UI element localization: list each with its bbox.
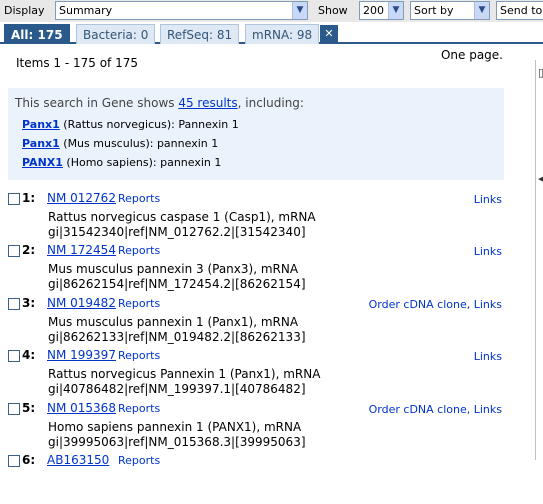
result-title: Homo sapiens pannexin 1 (PANX1), mRNA — [48, 420, 302, 434]
result-title: Mus musculus pannexin 3 (Panx3), mRNA — [48, 262, 299, 276]
gene-description: (Mus musculus): pannexin 1 — [59, 137, 219, 150]
gene-symbol-link[interactable]: Panx1 — [22, 118, 60, 131]
reports-link[interactable]: Reports — [118, 349, 160, 362]
result-item: 3: NM 019482 Reports Order cDNA clone, L… — [0, 295, 510, 347]
links-link[interactable]: Order cDNA clone, Links — [369, 403, 502, 416]
result-number: 1: — [22, 191, 36, 205]
result-title: Rattus norvegicus Pannexin 1 (Panx1), mR… — [48, 367, 321, 381]
result-gi: gi|31542340|ref|NM_012762.2|[31542340] — [48, 225, 306, 239]
display-select[interactable]: Summary ▼ — [55, 1, 308, 20]
result-checkbox[interactable] — [8, 455, 20, 467]
send-to-value: Send to — [500, 4, 543, 17]
accession-link[interactable]: NM 199397 — [47, 348, 116, 362]
result-number: 4: — [22, 348, 36, 362]
chevron-down-icon: ▼ — [292, 2, 307, 19]
items-count: Items 1 - 175 of 175 — [16, 56, 138, 70]
result-number: 6: — [22, 453, 36, 467]
wrench-icon[interactable]: ✕ — [320, 25, 338, 43]
gene-row: Panx1 (Mus musculus): pannexin 1 — [22, 137, 218, 150]
result-number: 5: — [22, 401, 36, 415]
accession-link[interactable]: NM 172454 — [47, 243, 116, 257]
tab-all[interactable]: All: 175 — [4, 24, 70, 44]
result-gi: gi|39995063|ref|NM_015368.3|[39995063] — [48, 435, 306, 449]
show-label: Show — [318, 4, 348, 17]
result-item: 2: NM 172454 Reports Links Mus musculus … — [0, 242, 510, 294]
sort-select[interactable]: Sort by ▼ — [410, 1, 490, 20]
reports-link[interactable]: Reports — [118, 454, 160, 467]
result-checkbox[interactable] — [8, 403, 20, 415]
accession-link[interactable]: NM 015368 — [47, 401, 116, 415]
reports-link[interactable]: Reports — [118, 297, 160, 310]
gene-prefix: This search in Gene shows — [15, 96, 179, 110]
accession-link[interactable]: NM 012762 — [47, 191, 116, 205]
sort-value: Sort by — [414, 4, 454, 17]
gene-row: Panx1 (Rattus norvegicus): Pannexin 1 — [22, 118, 239, 131]
result-checkbox[interactable] — [8, 193, 20, 205]
send-to-select[interactable]: Send to — [496, 1, 543, 20]
show-select[interactable]: 200 ▼ — [359, 1, 404, 20]
display-label: Display — [4, 4, 45, 17]
reports-link[interactable]: Reports — [118, 244, 160, 257]
gene-description: (Homo sapiens): pannexin 1 — [62, 156, 222, 169]
tab-bacteria[interactable]: Bacteria: 0 — [76, 24, 156, 44]
result-checkbox[interactable] — [8, 350, 20, 362]
reports-link[interactable]: Reports — [118, 402, 160, 415]
display-value: Summary — [59, 4, 113, 17]
chevron-down-icon: ▼ — [474, 2, 489, 19]
sidebar-edge — [535, 60, 543, 460]
result-gi: gi|86262133|ref|NM_019482.2|[86262133] — [48, 330, 306, 344]
gene-suffix: , including: — [237, 96, 304, 110]
result-item: 4: NM 199397 Reports Links Rattus norveg… — [0, 347, 510, 399]
result-checkbox[interactable] — [8, 298, 20, 310]
gene-results-link[interactable]: 45 results — [178, 96, 237, 110]
links-link[interactable]: Links — [474, 193, 502, 206]
sidebar-glyph: ◂ — [538, 172, 543, 185]
result-gi: gi|40786482|ref|NM_199397.1|[40786482] — [48, 382, 306, 396]
reports-link[interactable]: Reports — [118, 192, 160, 205]
result-title: Mus musculus pannexin 1 (Panx1), mRNA — [48, 315, 299, 329]
links-link[interactable]: Links — [474, 245, 502, 258]
result-number: 3: — [22, 296, 36, 310]
tab-mrna[interactable]: mRNA: 98 — [245, 24, 320, 44]
gene-results-heading: This search in Gene shows 45 results, in… — [15, 96, 304, 110]
toolbar: Display Summary ▼ Show 200 ▼ Sort by ▼ S… — [0, 0, 543, 22]
show-value: 200 — [363, 4, 384, 17]
chevron-down-icon: ▼ — [388, 2, 403, 19]
result-item: 1: NM 012762 Reports Links Rattus norveg… — [0, 190, 510, 242]
result-title: Rattus norvegicus caspase 1 (Casp1), mRN… — [48, 210, 316, 224]
result-item: 5: NM 015368 Reports Order cDNA clone, L… — [0, 400, 510, 452]
tab-bar: All: 175 Bacteria: 0 RefSeq: 81 mRNA: 98… — [0, 24, 543, 44]
links-link[interactable]: Links — [474, 350, 502, 363]
result-gi: gi|86262154|ref|NM_172454.2|[86262154] — [48, 277, 306, 291]
links-link[interactable]: Order cDNA clone, Links — [369, 298, 502, 311]
tab-refseq[interactable]: RefSeq: 81 — [160, 24, 240, 44]
sidebar-glyph: ▯ — [538, 66, 543, 79]
gene-symbol-link[interactable]: PANX1 — [22, 156, 63, 169]
gene-description: (Rattus norvegicus): Pannexin 1 — [59, 118, 239, 131]
gene-row: PANX1 (Homo sapiens): pannexin 1 — [22, 156, 221, 169]
gene-results-box: This search in Gene shows 45 results, in… — [8, 88, 504, 180]
gene-symbol-link[interactable]: Panx1 — [22, 137, 60, 150]
accession-link[interactable]: NM 019482 — [47, 296, 116, 310]
result-checkbox[interactable] — [8, 245, 20, 257]
accession-link[interactable]: AB163150 — [47, 453, 109, 467]
page-info: One page. — [440, 48, 503, 62]
result-number: 2: — [22, 243, 36, 257]
